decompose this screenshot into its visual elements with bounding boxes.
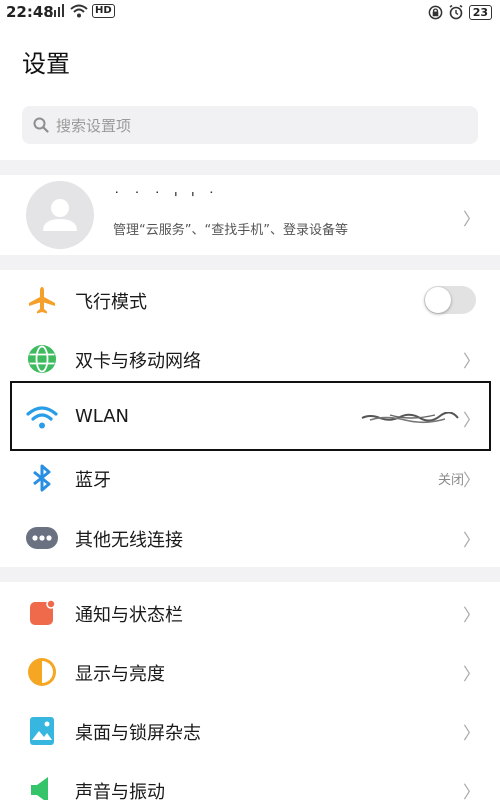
chevron-right-icon: 〉 [463, 606, 480, 626]
battery-indicator: 23 [468, 4, 492, 20]
account-row[interactable]: ˙ ˙ ˙ ' ' ˙ 管理“云服务”、“查找手机”、登录设备等 〉 [0, 175, 500, 255]
avatar [26, 181, 94, 249]
chevron-right-icon: 〉 [463, 471, 480, 491]
hd-badge: HD [92, 4, 115, 18]
more-icon [26, 522, 58, 554]
row-label: 其他无线连接 [75, 530, 183, 551]
account-name: ˙ ˙ ˙ ' ' ˙ [113, 189, 220, 207]
row-label: 双卡与移动网络 [75, 351, 201, 372]
section-divider [0, 255, 500, 270]
row-label: 飞行模式 [75, 292, 147, 313]
wallpaper-icon [26, 715, 58, 747]
row-label: 蓝牙 [75, 470, 111, 491]
settings-row-wallpaper[interactable]: 桌面与锁屏杂志 〉 [0, 701, 500, 760]
alarm-icon [449, 4, 463, 20]
settings-row-sound[interactable]: 声音与振动 〉 [0, 760, 500, 800]
wlan-highlight-box [10, 381, 491, 451]
lock-rotation-icon [428, 5, 443, 19]
row-label: 通知与状态栏 [75, 605, 183, 626]
user-icon [43, 199, 77, 231]
settings-row-dual-sim[interactable]: 双卡与移动网络 〉 [0, 329, 500, 388]
chevron-right-icon: 〉 [463, 210, 480, 230]
row-label: 显示与亮度 [75, 664, 165, 685]
globe-icon [26, 343, 58, 375]
signal-icon [50, 4, 64, 17]
row-label: 桌面与锁屏杂志 [75, 723, 201, 744]
status-right-icons: 23 [428, 4, 492, 20]
bluetooth-icon [26, 462, 58, 494]
section-divider [0, 160, 500, 175]
settings-row-bluetooth[interactable]: 蓝牙 关闭 〉 [0, 448, 500, 507]
chevron-right-icon: 〉 [463, 724, 480, 744]
chevron-right-icon: 〉 [463, 352, 480, 372]
airplane-mode-toggle[interactable] [424, 286, 476, 314]
section-divider [0, 567, 500, 582]
page-title: 设置 [22, 50, 70, 78]
search-bar[interactable]: 搜索设置项 [22, 106, 478, 144]
brightness-icon [26, 656, 58, 688]
status-bar: 22:48 HD 23 [0, 0, 500, 26]
settings-row-display[interactable]: 显示与亮度 〉 [0, 642, 500, 701]
account-description: 管理“云服务”、“查找手机”、登录设备等 [113, 223, 348, 238]
chevron-right-icon: 〉 [463, 783, 480, 800]
settings-row-notifications[interactable]: 通知与状态栏 〉 [0, 583, 500, 642]
settings-row-other-wireless[interactable]: 其他无线连接 〉 [0, 508, 500, 567]
sound-icon [26, 774, 58, 800]
toggle-knob [425, 287, 451, 313]
status-time: 22:48 [6, 3, 54, 21]
wifi-status-icon [70, 4, 88, 18]
airplane-icon [26, 284, 58, 316]
search-icon [33, 117, 49, 133]
row-label: 声音与振动 [75, 782, 165, 800]
settings-row-airplane[interactable]: 飞行模式 [0, 270, 500, 329]
status-left-icons: HD [48, 4, 115, 18]
search-placeholder: 搜索设置项 [56, 116, 132, 135]
chevron-right-icon: 〉 [463, 531, 480, 551]
chevron-right-icon: 〉 [463, 665, 480, 685]
notification-icon [26, 597, 58, 629]
bluetooth-status: 关闭 [437, 473, 464, 488]
